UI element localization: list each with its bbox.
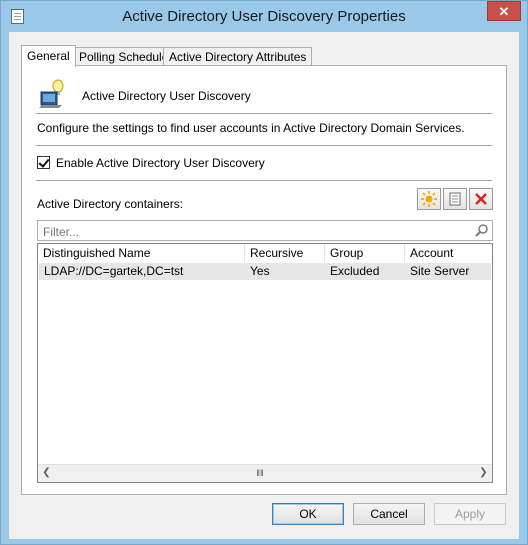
cell-account: Site Server (410, 264, 470, 278)
filter-box[interactable] (37, 220, 493, 241)
grid-header: Distinguished Name Recursive Group Accou… (38, 244, 492, 262)
column-header-account[interactable]: Account (405, 244, 492, 262)
tab-polling-schedule[interactable]: Polling Schedule (73, 47, 175, 65)
new-container-button[interactable] (417, 188, 441, 210)
cell-distinguished-name: LDAP://DC=gartek,DC=tst (44, 264, 184, 278)
ok-button[interactable]: OK (272, 503, 344, 525)
container-properties-button[interactable] (443, 188, 467, 210)
column-header-recursive[interactable]: Recursive (245, 244, 325, 262)
tab-active-directory-attributes[interactable]: Active Directory Attributes (163, 47, 313, 65)
delete-container-button[interactable] (469, 188, 493, 210)
cell-group: Excluded (330, 264, 380, 278)
description-text: Configure the settings to find user acco… (37, 121, 465, 135)
properties-window: Active Directory User Discovery Properti… (0, 0, 528, 545)
user-discovery-icon (39, 79, 64, 108)
horizontal-scrollbar[interactable]: ❮ ‖‖ ❯ (38, 464, 492, 482)
column-header-group[interactable]: Group (325, 244, 405, 262)
title-bar[interactable]: Active Directory User Discovery Properti… (1, 1, 527, 33)
new-star-icon (421, 191, 437, 207)
filter-input[interactable] (41, 222, 465, 241)
apply-button[interactable]: Apply (434, 503, 506, 525)
divider (36, 145, 492, 146)
table-row[interactable]: LDAP://DC=gartek,DC=tst Yes Excluded Sit… (39, 263, 491, 280)
scroll-right-icon[interactable]: ❯ (475, 465, 492, 481)
enable-discovery-label[interactable]: Enable Active Directory User Discovery (56, 156, 265, 170)
window-title: Active Directory User Discovery Properti… (122, 8, 406, 25)
dialog-client-area: General Polling Schedule Active Director… (9, 32, 519, 539)
tab-general[interactable]: General (21, 45, 76, 67)
properties-icon (449, 192, 461, 206)
containers-label: Active Directory containers: (37, 197, 184, 211)
close-button[interactable]: ✕ (487, 1, 521, 21)
column-header-distinguished-name[interactable]: Distinguished Name (38, 244, 245, 262)
search-icon[interactable] (474, 223, 489, 238)
discovery-heading: Active Directory User Discovery (82, 89, 251, 103)
general-tab-panel: Active Directory User Discovery Configur… (21, 65, 507, 495)
cell-recursive: Yes (250, 264, 270, 278)
divider (36, 113, 492, 114)
scroll-thumb-grip-icon[interactable]: ‖‖ (250, 467, 270, 479)
delete-x-icon (475, 193, 487, 205)
scroll-left-icon[interactable]: ❮ (38, 465, 55, 481)
divider (36, 180, 492, 181)
enable-discovery-checkbox[interactable] (37, 156, 50, 169)
cancel-button[interactable]: Cancel (353, 503, 425, 525)
containers-grid[interactable]: Distinguished Name Recursive Group Accou… (37, 243, 493, 483)
